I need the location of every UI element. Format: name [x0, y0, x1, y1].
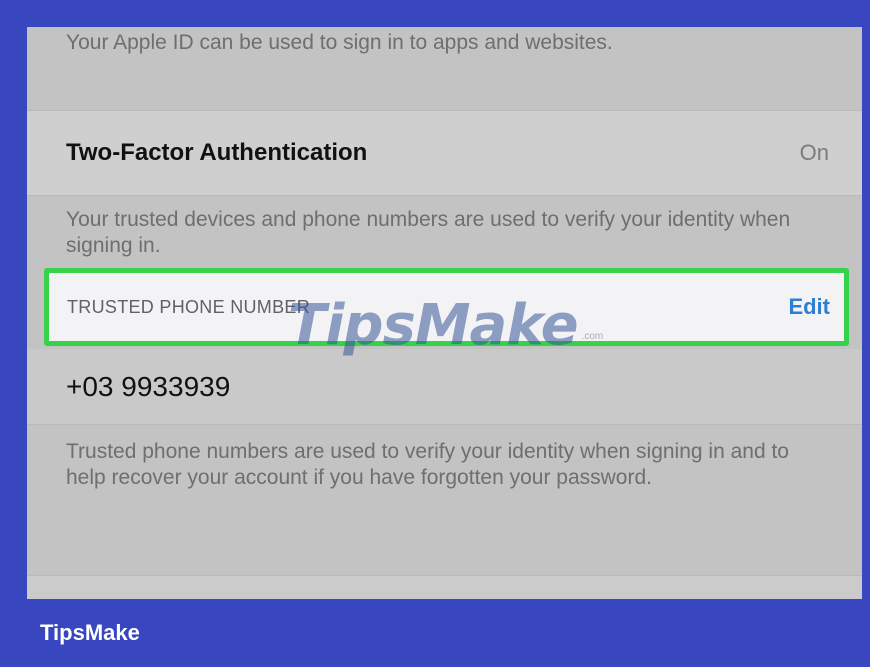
trusted-phone-row[interactable]: +03 9933939 [27, 349, 862, 425]
tutorial-frame: Your Apple ID can be used to sign in to … [0, 0, 870, 667]
trusted-phone-header-label: TRUSTED PHONE NUMBER [67, 296, 311, 317]
iphone-settings-screen: Your Apple ID can be used to sign in to … [27, 27, 862, 599]
two-factor-label: Two-Factor Authentication [66, 139, 368, 166]
two-factor-status: On [799, 140, 829, 165]
brand-bar: TipsMake [0, 599, 870, 667]
trusted-phone-note: Trusted phone numbers are used to verify… [66, 440, 789, 489]
edit-button[interactable]: Edit [788, 294, 830, 320]
apple-id-note: Your Apple ID can be used to sign in to … [66, 31, 613, 54]
trusted-phone-header: TRUSTED PHONE NUMBER Edit [44, 268, 849, 346]
two-factor-row[interactable]: Two-Factor Authentication On [27, 110, 862, 196]
next-section-divider [27, 575, 862, 599]
brand-name: TipsMake [40, 620, 140, 645]
trusted-phone-number: +03 9933939 [66, 370, 231, 402]
two-factor-note: Your trusted devices and phone numbers a… [66, 208, 791, 257]
